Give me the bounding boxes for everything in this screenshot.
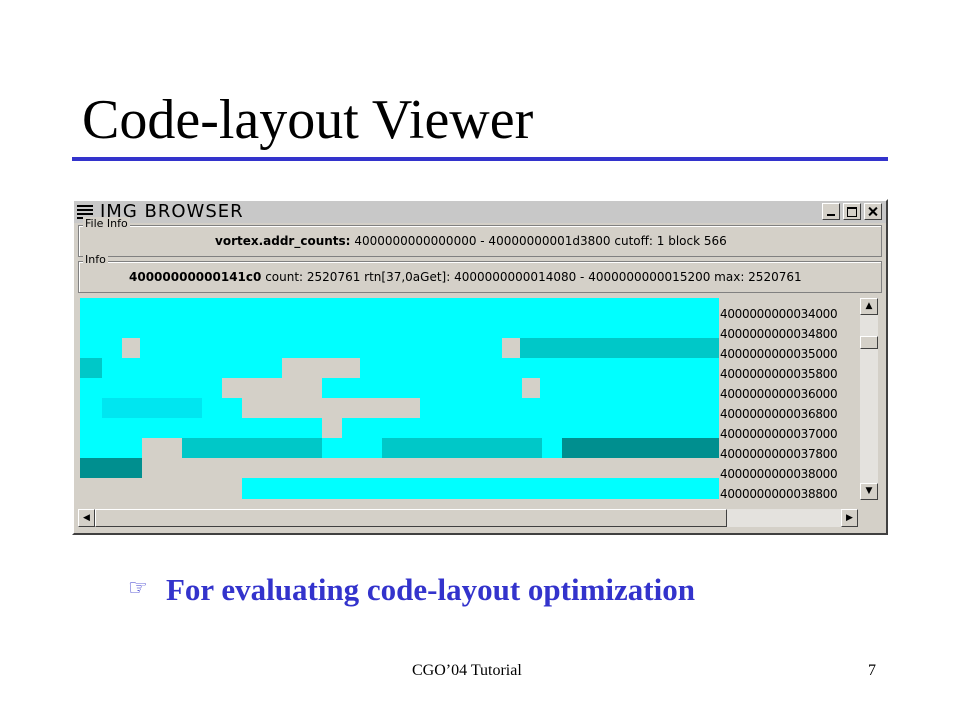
vertical-scrollbar[interactable]: ▲ ▼	[860, 298, 878, 500]
bullet-text: For evaluating code-layout optimization	[166, 572, 695, 607]
address-label: 4000000000036800	[720, 407, 838, 421]
code-layout-canvas[interactable]	[80, 298, 719, 499]
code-block	[522, 378, 540, 398]
info-text: 40000000000141c0 count: 2520761 rtn[37,0…	[129, 270, 802, 284]
code-block	[102, 398, 202, 418]
code-block	[182, 438, 322, 458]
code-block	[520, 338, 719, 358]
pointing-hand-icon: ☞	[128, 576, 148, 601]
code-block	[502, 338, 520, 358]
address-label: 4000000000037800	[720, 447, 838, 461]
file-info-label: File Info	[83, 217, 130, 230]
address-label: 4000000000037000	[720, 427, 838, 441]
title-underline	[72, 157, 888, 161]
address-label: 4000000000035800	[720, 367, 838, 381]
horizontal-scrollbar[interactable]: ◀ ▶	[78, 509, 858, 527]
scroll-right-arrow-icon[interactable]: ▶	[841, 509, 858, 527]
code-block	[282, 358, 360, 378]
file-info-details: 4000000000000000 - 40000000001d3800 cuto…	[354, 234, 727, 248]
info-details: count: 2520761 rtn[37,0aGet]: 4000000000…	[265, 270, 802, 284]
address-label: 4000000000038000	[720, 467, 838, 481]
scroll-left-arrow-icon[interactable]: ◀	[78, 509, 95, 527]
info-label: Info	[83, 253, 108, 266]
close-button[interactable]	[864, 203, 882, 220]
maximize-button[interactable]	[843, 203, 861, 220]
code-block	[562, 438, 719, 458]
horizontal-scroll-thumb[interactable]	[95, 509, 727, 527]
address-column: 4000000000034000 4000000000034800 400000…	[720, 299, 852, 499]
scroll-up-arrow-icon[interactable]: ▲	[860, 298, 878, 315]
code-block	[382, 438, 542, 458]
address-label: 4000000000036000	[720, 387, 838, 401]
code-block	[322, 418, 342, 438]
address-label: 4000000000038800	[720, 487, 838, 499]
code-block	[142, 458, 719, 478]
code-block	[80, 458, 142, 478]
code-block	[122, 338, 140, 358]
code-block	[80, 358, 102, 378]
info-group: Info 40000000000141c0 count: 2520761 rtn…	[78, 253, 882, 293]
code-block	[222, 378, 322, 398]
code-block	[142, 438, 182, 458]
scroll-down-arrow-icon[interactable]: ▼	[860, 483, 878, 500]
page-number: 7	[868, 662, 876, 679]
code-block	[80, 478, 242, 499]
window-titlebar[interactable]: IMG BROWSER	[74, 201, 886, 223]
address-label: 4000000000035000	[720, 347, 838, 361]
file-info-group: File Info vortex.addr_counts: 4000000000…	[78, 217, 882, 257]
info-address: 40000000000141c0	[129, 270, 262, 284]
code-block	[242, 398, 420, 418]
address-label: 4000000000034000	[720, 307, 838, 321]
file-info-filename: vortex.addr_counts:	[215, 234, 351, 248]
slide-title: Code-layout Viewer	[82, 89, 534, 151]
footer-center: CGO’04 Tutorial	[412, 662, 522, 679]
minimize-button[interactable]	[822, 203, 840, 220]
vertical-scroll-thumb[interactable]	[860, 336, 878, 349]
img-browser-window: IMG BROWSER File Info vortex.addr_counts…	[72, 199, 888, 535]
address-label: 4000000000034800	[720, 327, 838, 341]
file-info-text: vortex.addr_counts: 4000000000000000 - 4…	[215, 234, 727, 248]
